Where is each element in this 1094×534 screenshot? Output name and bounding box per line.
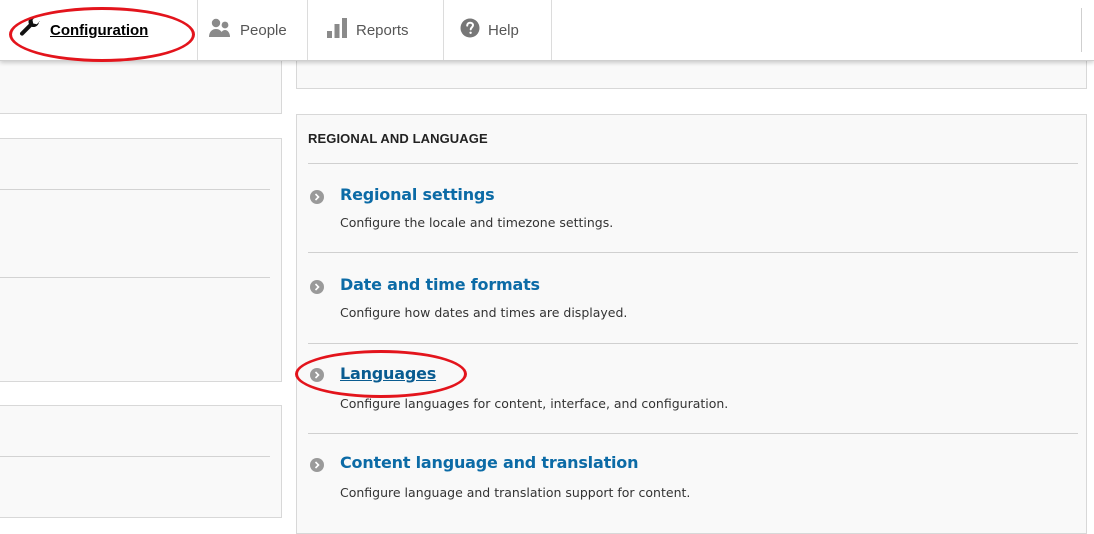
content-language-translation-description: Configure language and translation suppo…	[340, 485, 691, 500]
left-panel-bottom	[0, 405, 282, 518]
chevron-right-icon	[310, 458, 324, 472]
left-divider	[0, 456, 270, 457]
left-panel-top	[0, 60, 282, 114]
tab-help[interactable]: Help	[444, 0, 552, 60]
item-divider	[308, 433, 1078, 434]
section-title: REGIONAL AND LANGUAGE	[308, 131, 488, 146]
regional-settings-link[interactable]: Regional settings	[340, 185, 495, 204]
tab-reports-label: Reports	[356, 21, 409, 39]
chevron-right-icon	[310, 368, 324, 382]
item-divider	[308, 252, 1078, 253]
tab-configuration[interactable]: Configuration	[0, 0, 198, 60]
section-divider	[308, 163, 1078, 164]
chevron-right-icon	[310, 190, 324, 204]
item-divider	[308, 343, 1078, 344]
help-icon	[460, 18, 480, 42]
wrench-icon	[18, 16, 42, 44]
left-panel-middle	[0, 138, 282, 382]
left-divider	[0, 189, 270, 190]
chevron-right-icon	[310, 280, 324, 294]
left-divider	[0, 277, 270, 278]
date-time-formats-description: Configure how dates and times are displa…	[340, 305, 628, 320]
people-icon	[208, 17, 232, 43]
tab-people-label: People	[240, 21, 287, 39]
right-panel-top	[296, 60, 1087, 89]
bar-chart-icon	[326, 17, 348, 43]
tab-help-label: Help	[488, 21, 519, 39]
tab-reports[interactable]: Reports	[308, 0, 444, 60]
languages-link[interactable]: Languages	[340, 364, 436, 383]
admin-toolbar: Configuration People Reports Help	[0, 0, 1094, 61]
languages-description: Configure languages for content, interfa…	[340, 396, 729, 411]
toolbar-divider	[1081, 8, 1082, 52]
tab-configuration-label: Configuration	[50, 21, 149, 39]
tab-people[interactable]: People	[198, 0, 308, 60]
content-language-translation-link[interactable]: Content language and translation	[340, 453, 638, 472]
regional-settings-description: Configure the locale and timezone settin…	[340, 215, 614, 230]
date-time-formats-link[interactable]: Date and time formats	[340, 275, 540, 294]
